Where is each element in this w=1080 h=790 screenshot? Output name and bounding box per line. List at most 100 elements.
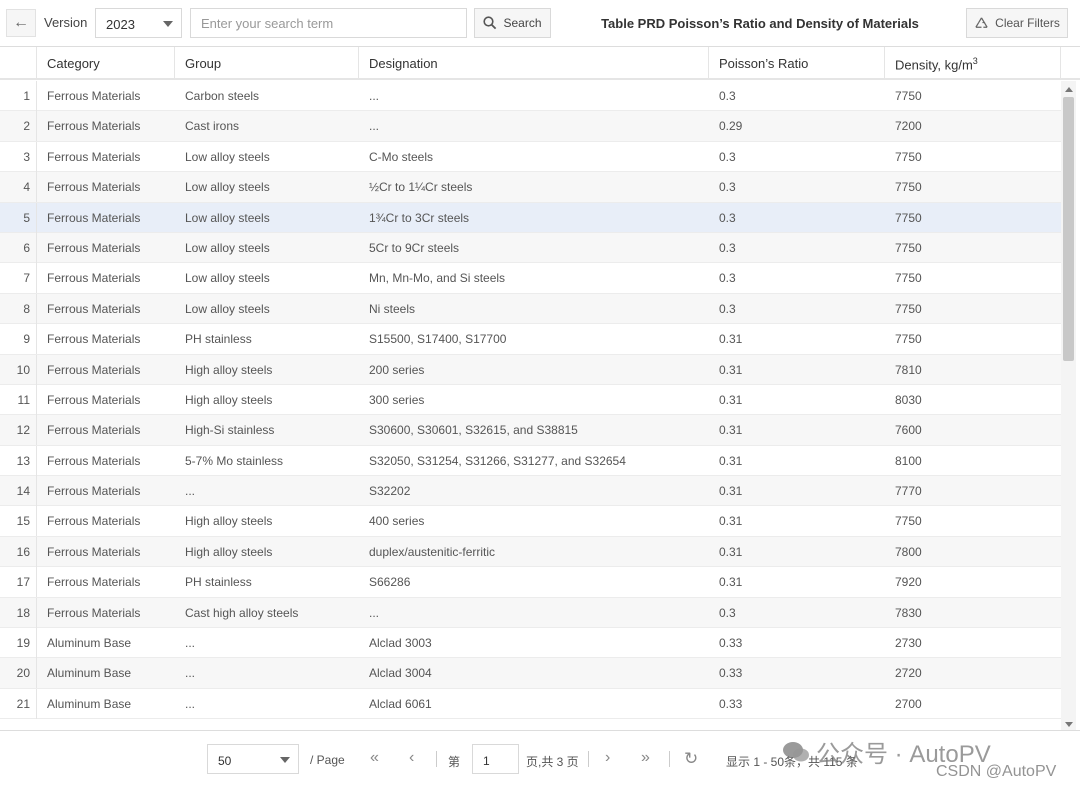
cell-group: Low alloy steels (185, 240, 270, 255)
table-row[interactable]: 1 Ferrous Materials Carbon steels... 0.3 775… (0, 81, 1061, 112)
header-designation[interactable]: Designation (359, 47, 709, 78)
row-number: 15 (0, 506, 37, 537)
row-number: 4 (0, 172, 37, 203)
row-number: 21 (0, 688, 37, 719)
cell-density: 7750 (895, 149, 922, 164)
cell-poissons-ratio: 0.33 (719, 696, 743, 711)
table-row[interactable]: 6 Ferrous Materials Low alloy steels 5Cr to… (0, 232, 1061, 264)
table-row[interactable]: 17 Ferrous Materials PH stainless S66286 0.3… (0, 567, 1061, 598)
table-title: Table PRD Poisson’s Ratio and Density of… (601, 16, 919, 31)
table-row[interactable]: 7 Ferrous Materials Low alloy steels Mn, Mn… (0, 263, 1061, 294)
watermark-csdn: CSDN @AutoPV (936, 763, 1057, 780)
clear-filters-button[interactable]: Clear Filters (966, 8, 1068, 38)
row-number: 1 (0, 81, 37, 111)
refresh-icon[interactable]: ↻ (684, 749, 698, 769)
search-icon (483, 16, 497, 30)
cell-designation: 300 series (369, 392, 425, 407)
recycle-icon (975, 17, 988, 28)
cell-category: Ferrous Materials (47, 89, 141, 103)
table-row[interactable]: 21 Aluminum Base... Alclad 6061 0.33 2700 (0, 688, 1061, 720)
table-row[interactable]: 10 Ferrous Materials High alloy steels 200 … (0, 354, 1061, 385)
row-number: 12 (0, 415, 37, 446)
cell-group: Carbon steels (185, 89, 260, 103)
version-select[interactable]: 2023 (95, 8, 182, 38)
cell-designation: S66286 (369, 575, 411, 590)
table-row[interactable]: 20 Aluminum Base... Alclad 3004 0.33 2720 (0, 658, 1061, 689)
cell-designation: Alclad 6061 (369, 696, 432, 711)
table-row[interactable]: 14 Ferrous Materials... S32202 0.31 7770 (0, 476, 1061, 507)
header-poissons-ratio[interactable]: Poisson’s Ratio (709, 47, 885, 78)
cell-density: 7600 (895, 423, 922, 438)
cell-category: Ferrous Materials (47, 362, 141, 377)
cell-category: Ferrous Materials (47, 271, 141, 286)
table-row[interactable]: 18 Ferrous Materials Cast high alloy steel… (0, 597, 1061, 629)
row-number: 13 (0, 445, 37, 476)
header-group[interactable]: Group (175, 47, 359, 78)
cell-group: High alloy steels (185, 362, 273, 377)
row-number: 5 (0, 202, 37, 233)
page-size-select[interactable]: 50 (207, 744, 299, 774)
table-row[interactable]: 9 Ferrous Materials PH stainless S15500, S1… (0, 324, 1061, 355)
cell-group: Low alloy steels (185, 149, 270, 164)
row-number: 14 (0, 476, 37, 507)
table-row[interactable]: 16 Ferrous Materials High alloy steels dupl… (0, 536, 1061, 568)
table-row[interactable]: 13 Ferrous Materials 5-7% Mo stainless S320… (0, 445, 1061, 477)
row-number: 7 (0, 263, 37, 294)
cell-designation: ... (369, 119, 380, 134)
page-number-input[interactable]: 1 (472, 744, 519, 774)
back-button[interactable]: ← (6, 9, 36, 37)
scroll-up-icon[interactable] (1065, 87, 1073, 92)
last-page-icon[interactable]: » (641, 749, 650, 767)
table-row[interactable]: 11 Ferrous Materials High alloy steels 300 … (0, 384, 1061, 416)
scroll-down-icon[interactable] (1065, 722, 1073, 727)
cell-poissons-ratio: 0.31 (719, 332, 743, 347)
cell-group: Cast irons (185, 119, 240, 134)
search-input[interactable] (190, 8, 467, 38)
cell-designation: Alclad 3004 (369, 666, 432, 681)
cell-group: ... (185, 696, 196, 711)
page-label-prefix: 第 (448, 755, 461, 769)
cell-poissons-ratio: 0.31 (719, 392, 743, 407)
scrollbar-thumb[interactable] (1063, 97, 1074, 361)
prev-page-icon[interactable]: ‹ (409, 749, 414, 767)
cell-poissons-ratio: 0.3 (719, 240, 736, 255)
cell-group: Low alloy steels (185, 301, 270, 316)
cell-category: Ferrous Materials (47, 210, 141, 225)
cell-density: 7830 (895, 605, 922, 620)
cell-density: 2700 (895, 696, 922, 711)
row-number: 10 (0, 354, 37, 385)
cell-density: 7750 (895, 180, 922, 195)
table-row[interactable]: 12 Ferrous Materials High-Si stainless S306… (0, 415, 1061, 446)
cell-category: Ferrous Materials (47, 423, 141, 438)
header-density[interactable]: Density, kg/m3 (885, 47, 1061, 78)
table-row[interactable]: 15 Ferrous Materials High alloy steels 400 … (0, 506, 1061, 537)
cell-poissons-ratio: 0.31 (719, 453, 743, 468)
vertical-scrollbar[interactable] (1061, 81, 1076, 731)
cell-poissons-ratio: 0.3 (719, 605, 736, 620)
version-label: Version (44, 15, 88, 30)
cell-density: 7800 (895, 544, 922, 559)
cell-poissons-ratio: 0.31 (719, 362, 743, 377)
cell-density: 7920 (895, 575, 922, 590)
wechat-icon (783, 741, 809, 761)
cell-designation: C-Mo steels (369, 149, 434, 164)
table-row[interactable]: 19 Aluminum Base... Alclad 3003 0.33 2730 (0, 628, 1061, 659)
table-row[interactable]: 2 Ferrous Materials Cast irons... 0.29 7200 (0, 111, 1061, 142)
table-row[interactable]: 8 Ferrous Materials Low alloy steels Ni ste… (0, 293, 1061, 325)
first-page-icon[interactable]: « (370, 749, 379, 767)
cell-category: Ferrous Materials (47, 301, 141, 316)
header-rownum (0, 47, 37, 78)
table-row[interactable]: 3 Ferrous Materials Low alloy steels C-Mo s… (0, 141, 1061, 173)
row-number: 9 (0, 324, 37, 355)
header-category[interactable]: Category (37, 47, 175, 78)
search-button[interactable]: Search (474, 8, 551, 38)
search-button-label: Search (503, 16, 542, 30)
next-page-icon[interactable]: › (605, 749, 610, 767)
table-row[interactable]: 4 Ferrous Materials Low alloy steels ½Cr to… (0, 172, 1061, 203)
cell-designation: 1¾Cr to 3Cr steels (369, 210, 470, 225)
cell-group: High alloy steels (185, 544, 273, 559)
cell-designation: Mn, Mn-Mo, and Si steels (369, 271, 506, 286)
table-row[interactable]: 5 Ferrous Materials Low alloy steels 1¾Cr t… (0, 202, 1061, 233)
cell-poissons-ratio: 0.31 (719, 575, 743, 590)
arrow-left-icon: ← (13, 14, 29, 31)
